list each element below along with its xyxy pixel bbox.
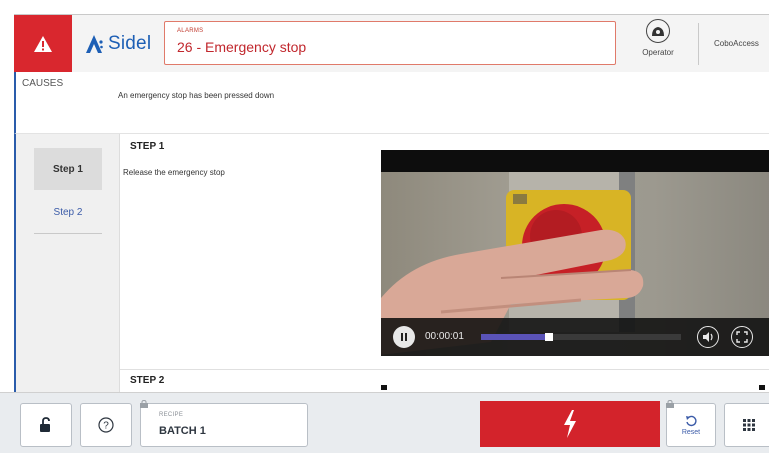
- instruction-video[interactable]: 00:00:01: [381, 150, 769, 356]
- media-marker: [759, 385, 765, 390]
- sidel-logo: Sidel: [84, 29, 151, 59]
- step-1-heading: STEP 1: [130, 141, 165, 152]
- header-divider: [698, 23, 699, 65]
- recipe-label: RECIPE: [159, 412, 184, 418]
- play-pause-icon: [401, 333, 407, 341]
- steps-nav: Step 1 Step 2: [16, 134, 120, 392]
- reset-icon: [686, 415, 697, 426]
- svg-text:?: ?: [103, 421, 109, 432]
- grid-icon: [743, 419, 755, 431]
- video-time: 00:00:01: [425, 331, 464, 342]
- steps-panel: Step 1 Step 2 STEP 1 Release the emergen…: [14, 134, 769, 392]
- play-pause-button[interactable]: [393, 326, 415, 348]
- help-icon: ?: [98, 417, 114, 433]
- header-bar: Sidel ALARMS 26 - Emergency stop Operato…: [14, 14, 769, 73]
- operator-label: Operator: [642, 48, 674, 57]
- tab-step-2[interactable]: Step 2: [34, 192, 102, 234]
- emergency-stop-button[interactable]: [480, 401, 660, 447]
- unlock-icon: [40, 417, 50, 432]
- sidel-logo-icon: [86, 35, 103, 53]
- lock-icon: [666, 400, 674, 408]
- video-progress-bar[interactable]: [481, 333, 681, 341]
- active-alarm-box[interactable]: ALARMS 26 - Emergency stop: [164, 21, 616, 65]
- step-2-heading: STEP 2: [130, 375, 165, 386]
- operator-button[interactable]: Operator: [634, 19, 682, 69]
- menu-grid-button[interactable]: [724, 403, 769, 447]
- footer-toolbar: ? RECIPE BATCH 1 Reset: [0, 392, 769, 453]
- unlock-button[interactable]: [20, 403, 72, 447]
- causes-panel: CAUSES An emergency stop has been presse…: [14, 72, 769, 134]
- help-button[interactable]: ?: [80, 403, 132, 447]
- video-progress-fill: [481, 334, 549, 340]
- step-1-instruction: Release the emergency stop: [123, 168, 225, 177]
- volume-icon: [703, 332, 713, 342]
- recipe-value: BATCH 1: [159, 425, 206, 437]
- user-name[interactable]: CoboAccess: [714, 39, 759, 48]
- recipe-selector[interactable]: RECIPE BATCH 1: [140, 400, 308, 447]
- lock-icon: [140, 400, 148, 408]
- operator-icon: [646, 19, 670, 43]
- media-marker: [381, 385, 387, 390]
- causes-label: CAUSES: [22, 78, 64, 89]
- alarm-section-label: ALARMS: [177, 28, 204, 34]
- reset-button[interactable]: Reset: [666, 400, 716, 447]
- step-divider: [120, 369, 769, 370]
- warning-icon: [34, 36, 52, 52]
- lightning-icon: [564, 410, 576, 438]
- volume-button[interactable]: [697, 326, 719, 348]
- alarm-button[interactable]: [14, 15, 72, 73]
- alarm-title: 26 - Emergency stop: [177, 39, 307, 55]
- video-controls: 00:00:01: [381, 318, 769, 356]
- tab-step-1[interactable]: Step 1: [34, 148, 102, 190]
- causes-text: An emergency stop has been pressed down: [118, 91, 275, 100]
- reset-label: Reset: [681, 428, 701, 436]
- fullscreen-icon: [736, 331, 748, 343]
- brand-name: Sidel: [108, 33, 152, 54]
- video-progress-thumb[interactable]: [545, 333, 553, 341]
- fullscreen-button[interactable]: [731, 326, 753, 348]
